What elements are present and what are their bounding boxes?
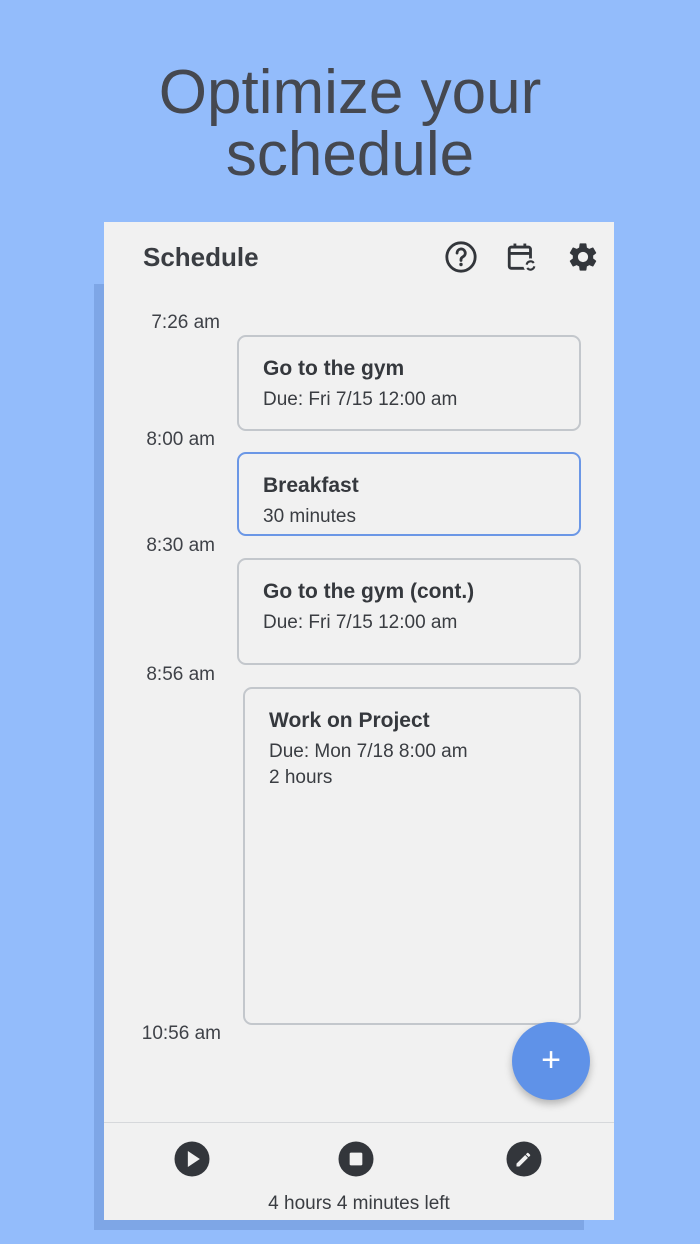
task-card[interactable]: Go to the gym (cont.) Due: Fri 7/15 12:0… [237, 558, 581, 665]
headline-line-2: schedule [225, 120, 475, 189]
help-icon[interactable] [444, 240, 478, 274]
task-title: Breakfast [263, 474, 359, 497]
time-label: 10:56 am [141, 1023, 221, 1044]
play-icon[interactable] [172, 1139, 212, 1179]
stop-icon[interactable] [336, 1139, 376, 1179]
bottom-bar: 4 hours 4 minutes left [104, 1122, 614, 1220]
time-remaining: 4 hours 4 minutes left [268, 1193, 450, 1214]
gear-icon[interactable] [566, 240, 600, 274]
task-title: Go to the gym (cont.) [263, 580, 475, 603]
edit-icon[interactable] [504, 1139, 544, 1179]
page-title: Schedule [143, 242, 259, 272]
task-card[interactable]: Go to the gym Due: Fri 7/15 12:00 am [237, 335, 581, 431]
time-label: 7:26 am [151, 312, 220, 333]
task-due: Due: Fri 7/15 12:00 am [263, 612, 458, 633]
task-duration: 30 minutes [263, 506, 356, 527]
task-due: Due: Fri 7/15 12:00 am [263, 389, 458, 410]
time-label: 8:00 am [146, 429, 215, 450]
app-screen: Schedule 7:26 am 8:00 am 8:30 am 8:56 am… [104, 222, 614, 1220]
calendar-sync-icon[interactable] [505, 240, 539, 274]
headline-line-1: Optimize your [158, 58, 542, 127]
task-card-active[interactable]: Breakfast 30 minutes [237, 452, 581, 536]
task-title: Go to the gym [263, 357, 405, 380]
task-title: Work on Project [269, 709, 430, 732]
task-card[interactable]: Work on Project Due: Mon 7/18 8:00 am 2 … [243, 687, 581, 1025]
promo-headline: Optimize your schedule [0, 62, 700, 186]
time-label: 8:56 am [146, 664, 215, 685]
add-task-button[interactable]: + [512, 1022, 590, 1100]
task-due: Due: Mon 7/18 8:00 am [269, 741, 468, 762]
time-label: 8:30 am [146, 535, 215, 556]
task-duration: 2 hours [269, 767, 333, 788]
